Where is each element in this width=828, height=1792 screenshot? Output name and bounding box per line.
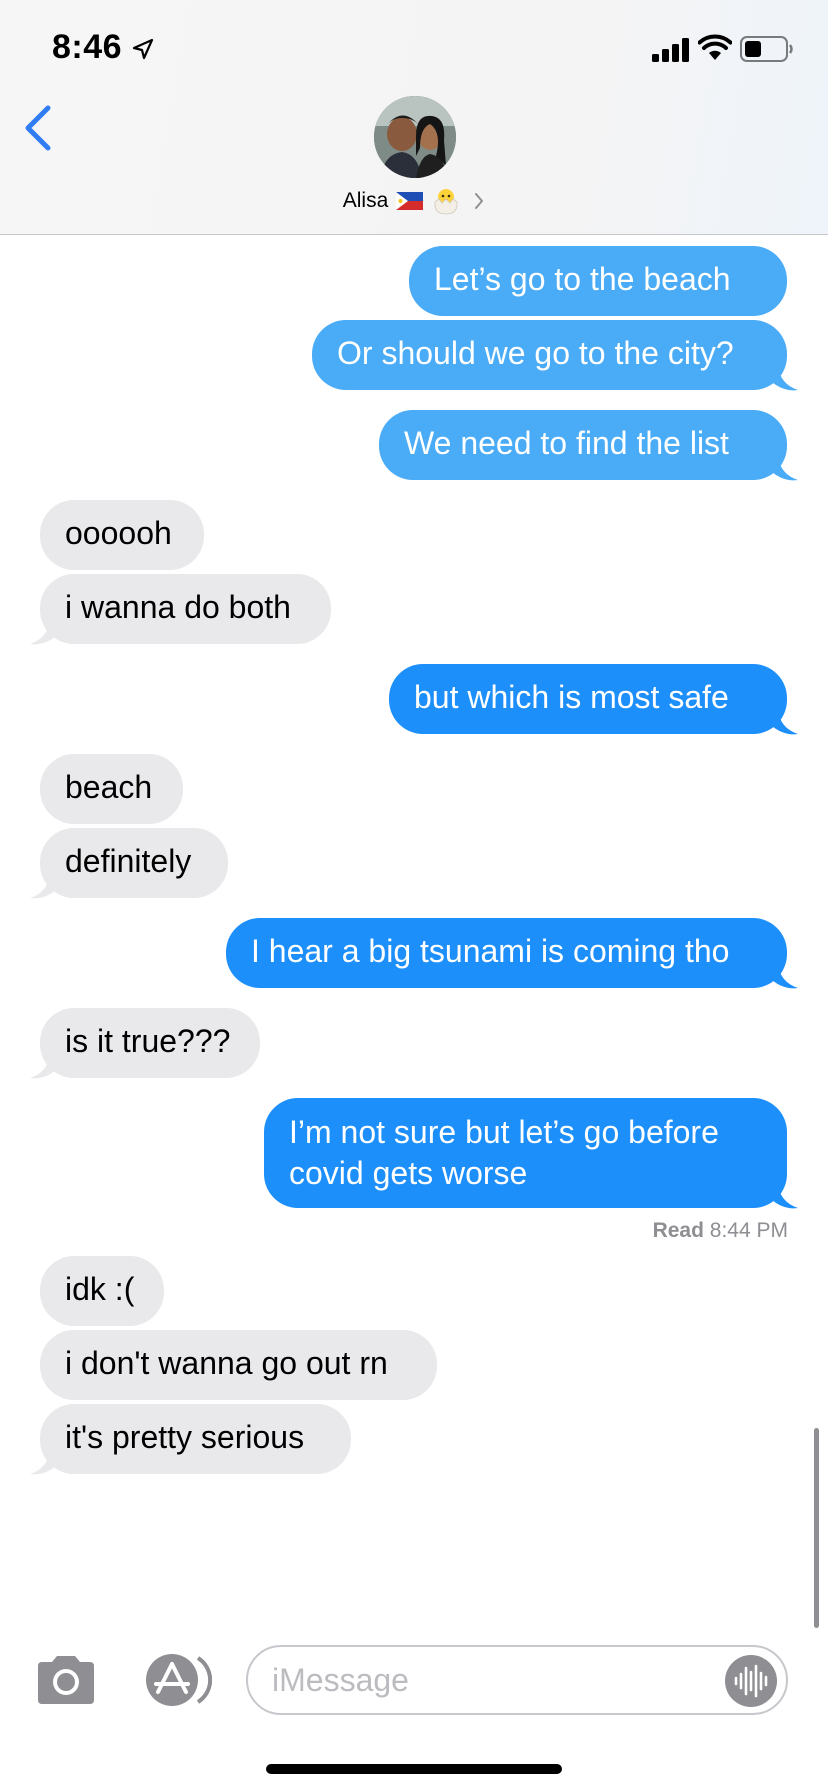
- wifi-icon: [698, 34, 732, 60]
- message-text: I hear a big tsunami is coming tho: [251, 933, 730, 969]
- received-message-bubble[interactable]: oooooh: [40, 500, 204, 570]
- message-text: it's pretty serious: [65, 1419, 305, 1455]
- message-text: Or should we go to the city?: [337, 335, 734, 371]
- app-store-icon[interactable]: [140, 1652, 212, 1708]
- bubble-tail: [770, 456, 798, 481]
- camera-icon[interactable]: [34, 1654, 98, 1706]
- read-label: Read: [652, 1219, 704, 1242]
- message-text: but which is most safe: [414, 679, 729, 715]
- received-message-bubble[interactable]: i don't wanna go out rn: [40, 1330, 437, 1400]
- bubble-tail: [30, 1054, 58, 1079]
- received-message-bubble[interactable]: beach: [40, 754, 183, 824]
- message-text: definitely: [65, 843, 192, 879]
- location-arrow-icon: [132, 38, 154, 60]
- message-text: beach: [65, 769, 153, 805]
- message-text-line: I’m not sure but let’s go before: [289, 1114, 719, 1150]
- read-time: 8:44 PM: [709, 1219, 788, 1242]
- contact-name: Alisa: [342, 189, 389, 212]
- audio-waveform-icon[interactable]: [724, 1654, 778, 1708]
- sent-message-bubble[interactable]: We need to find the list: [379, 410, 787, 480]
- contact-avatar[interactable]: [374, 96, 456, 178]
- sent-message-bubble[interactable]: I’m not sure but let’s go before covid g…: [264, 1098, 787, 1208]
- bubble-tail: [770, 710, 798, 735]
- received-message-bubble[interactable]: it's pretty serious: [40, 1404, 351, 1474]
- bubble-tail: [30, 1450, 58, 1475]
- message-text: Let’s go to the beach: [434, 261, 731, 297]
- home-indicator[interactable]: [266, 1764, 562, 1774]
- status-time: 8:46: [52, 28, 123, 66]
- message-text: i don't wanna go out rn: [65, 1345, 388, 1381]
- bubble-tail: [30, 620, 58, 645]
- received-message-bubble[interactable]: i wanna do both: [40, 574, 331, 644]
- battery-icon: [740, 36, 793, 62]
- sent-message-bubble[interactable]: Let’s go to the beach: [409, 246, 787, 316]
- scrollbar-thumb[interactable]: [814, 1428, 819, 1628]
- bubble-tail: [770, 1184, 798, 1209]
- received-message-bubble[interactable]: idk :(: [40, 1256, 164, 1326]
- received-message-bubble[interactable]: definitely: [40, 828, 228, 898]
- chevron-right-icon: [475, 193, 484, 209]
- message-text-line: covid gets worse: [289, 1155, 528, 1191]
- message-text: i wanna do both: [65, 589, 291, 625]
- message-text: oooooh: [65, 515, 172, 551]
- sent-message-bubble[interactable]: I hear a big tsunami is coming tho: [226, 918, 787, 988]
- avatar-photo: [374, 96, 456, 178]
- bubble-tail: [770, 366, 798, 391]
- message-text: idk :(: [65, 1271, 135, 1307]
- signal-bars-icon: [652, 38, 689, 62]
- conversation-header: 8:46 Alisa: [0, 0, 828, 235]
- bubble-tail: [30, 874, 58, 899]
- contact-title[interactable]: Alisa: [0, 186, 828, 216]
- hatching-chick-emoji: [434, 189, 458, 215]
- read-receipt: Read 8:44 PM: [653, 1219, 788, 1243]
- sent-message-bubble[interactable]: Or should we go to the city?: [312, 320, 787, 390]
- imessage-input[interactable]: [246, 1645, 788, 1715]
- bubble-tail: [770, 964, 798, 989]
- sent-message-bubble[interactable]: but which is most safe: [389, 664, 787, 734]
- philippines-flag-emoji: [396, 192, 424, 210]
- message-text: We need to find the list: [404, 425, 729, 461]
- chevron-left-icon[interactable]: [22, 104, 54, 152]
- message-text: is it true???: [65, 1023, 231, 1059]
- received-message-bubble[interactable]: is it true???: [40, 1008, 260, 1078]
